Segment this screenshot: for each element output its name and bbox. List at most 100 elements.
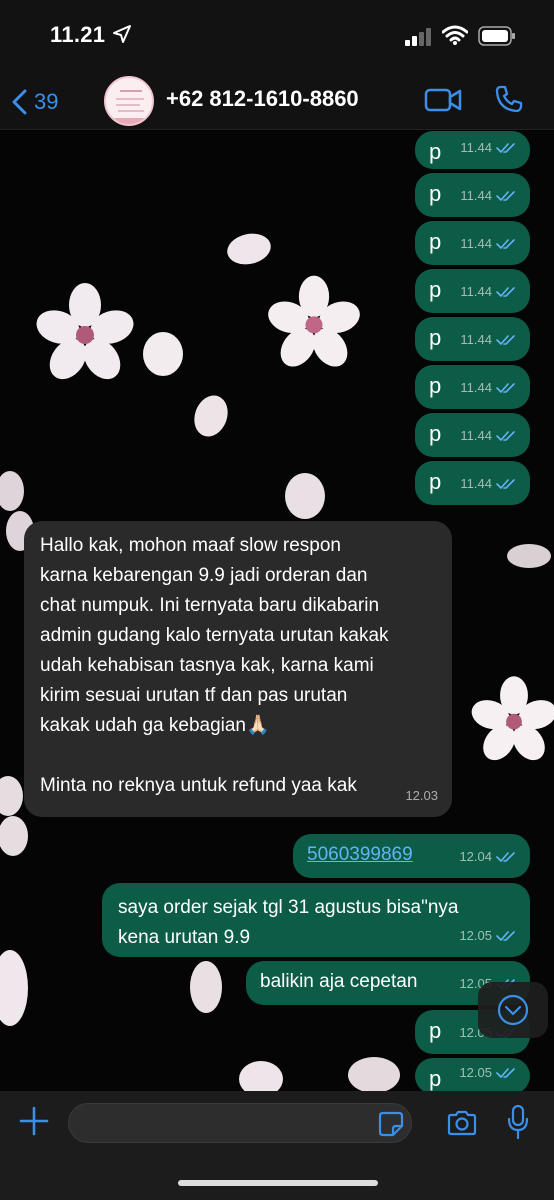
wallpaper-blossom [285, 473, 325, 519]
message-text-line: kena urutan 9.9 [118, 927, 251, 948]
double-check-icon [496, 335, 515, 345]
back-button[interactable]: 39 [10, 84, 58, 120]
message-input[interactable] [68, 1103, 412, 1143]
outgoing-message[interactable]: p 11.44 [415, 269, 530, 313]
message-text-line: Minta no reknya untuk refund yaa kak [40, 775, 357, 796]
signal-icon [405, 28, 431, 46]
message-text-line: kirim sesuai urutan tf dan pas urutan [40, 685, 348, 706]
outgoing-message[interactable]: p 11.44 [415, 221, 530, 265]
message-meta: 11.44 [460, 181, 516, 211]
wallpaper-blossom [227, 233, 271, 265]
message-text-line: kakak udah ga kebagian🙏🏻 [40, 715, 270, 736]
message-time: 12.05 [459, 928, 492, 943]
message-text-line: karna kebarengan 9.9 jadi orderan dan [40, 565, 368, 586]
message-text-line [40, 741, 436, 771]
message-time: 12.04 [459, 849, 492, 864]
message-meta: 11.44 [460, 325, 516, 355]
message-text: p [429, 421, 442, 446]
wallpaper-blossom [239, 1061, 283, 1091]
message-time: 11.44 [460, 236, 492, 251]
double-check-icon [496, 143, 515, 153]
battery-icon [478, 26, 515, 46]
phone-icon[interactable] [494, 84, 524, 114]
double-check-icon [496, 931, 515, 941]
wallpaper-blossom [190, 961, 222, 1013]
message-text: p [429, 229, 442, 254]
message-meta: 11.44 [460, 469, 516, 499]
outgoing-message[interactable]: p 11.44 [415, 317, 530, 361]
double-check-icon [496, 852, 515, 862]
unread-count: 39 [34, 89, 59, 114]
status-bar: 11.21 [0, 0, 554, 74]
message-meta: 11.44 [460, 373, 516, 403]
double-check-icon [496, 479, 515, 489]
message-text: p [429, 1018, 442, 1043]
message-meta: 12.04 [459, 842, 516, 872]
wallpaper-blossom [507, 544, 551, 568]
outgoing-message[interactable]: p 11.44 [415, 413, 530, 457]
message-time: 11.44 [460, 284, 492, 299]
video-camera-icon[interactable] [424, 86, 462, 114]
message-meta: 11.44 [460, 133, 516, 163]
message-text: p [429, 373, 442, 398]
wallpaper-blossom [471, 676, 554, 761]
wallpaper-blossom [348, 1057, 400, 1091]
wallpaper-blossom [143, 332, 183, 376]
chat-area[interactable]: p 11.44 p 11.44 p 11.44 p 11.44 p 11.44 p 11.44 p 11.… [0, 131, 554, 1091]
message-meta: 11.44 [460, 277, 516, 307]
double-check-icon [496, 239, 515, 249]
message-text: p [429, 139, 442, 164]
scroll-to-bottom-button[interactable] [478, 982, 548, 1038]
outgoing-message[interactable]: saya order sejak tgl 31 agustus bisa"nya… [102, 883, 530, 957]
wallpaper-blossom [0, 950, 28, 1026]
outgoing-message[interactable]: 5060399869 12.04 [293, 834, 530, 878]
wifi-icon [442, 25, 468, 45]
home-indicator [178, 1180, 378, 1186]
message-text-line: saya order sejak tgl 31 agustus bisa"nya [118, 897, 459, 918]
message-text: p [429, 181, 442, 206]
location-arrow-icon [113, 25, 131, 43]
sticker-icon[interactable] [378, 1111, 404, 1137]
status-time: 11.21 [50, 22, 106, 47]
message-time: 11.44 [460, 380, 492, 395]
message-text-line: chat numpuk. Ini ternyata baru dikabarin [40, 595, 380, 616]
message-time: 11.44 [460, 476, 492, 491]
contact-name[interactable]: +62 812-1610-8860 [166, 86, 359, 112]
message-time: 11.44 [460, 428, 492, 443]
double-check-icon [496, 191, 515, 201]
plus-icon[interactable] [18, 1105, 50, 1137]
message-meta: 11.44 [460, 229, 516, 259]
account-number-link[interactable]: 5060399869 [307, 844, 413, 865]
camera-icon[interactable] [446, 1109, 478, 1137]
message-text: p [429, 1066, 442, 1091]
outgoing-message[interactable]: p 11.44 [415, 173, 530, 217]
wallpaper-blossom [268, 275, 360, 367]
outgoing-message[interactable]: p 11.44 [415, 365, 530, 409]
outgoing-message[interactable]: p 12.05 [415, 1058, 530, 1091]
double-check-icon [496, 431, 515, 441]
double-check-icon [496, 287, 515, 297]
microphone-icon[interactable] [508, 1105, 528, 1139]
message-text: p [429, 469, 442, 494]
message-time: 11.44 [460, 140, 492, 155]
chevron-down-circle-icon [497, 994, 529, 1026]
message-meta: 11.44 [460, 421, 516, 451]
message-text: p [429, 277, 442, 302]
message-time: 12.03 [405, 788, 438, 803]
message-text-line: Hallo kak, mohon maaf slow respon [40, 535, 341, 556]
message-meta: 12.05 [459, 921, 516, 951]
chat-header: 39 +62 812-1610-8860 [0, 74, 554, 130]
chevron-left-icon [12, 89, 27, 115]
message-meta: 12.05 [459, 1058, 516, 1088]
message-text: p [429, 325, 442, 350]
outgoing-message[interactable]: p 11.44 [415, 131, 530, 169]
message-text-line: admin gudang kalo ternyata urutan kakak [40, 625, 389, 646]
message-text: balikin aja cepetan [260, 971, 418, 992]
outgoing-message[interactable]: p 11.44 [415, 461, 530, 505]
wallpaper-blossom [194, 395, 228, 437]
avatar[interactable] [104, 76, 154, 126]
incoming-message[interactable]: Hallo kak, mohon maaf slow respon karna k… [24, 521, 452, 817]
message-time: 11.44 [460, 188, 492, 203]
message-text-line: udah kehabisan tasnya kak, karna kami [40, 655, 374, 676]
double-check-icon [496, 383, 515, 393]
